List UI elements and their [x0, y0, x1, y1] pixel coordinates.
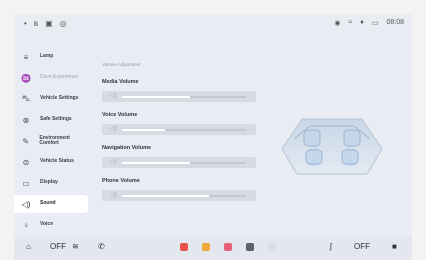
slider-track: [122, 195, 246, 197]
status-bar: • ʙ ▣ ◎ ◉ ≈ ♦ ▭ 08:08: [14, 14, 412, 36]
power-icon[interactable]: ■: [392, 242, 397, 251]
sidebar-item-label: Lamp: [40, 53, 54, 60]
volume-group: Navigation Volume ◁): [102, 145, 262, 168]
right-temp-off[interactable]: OFF: [354, 242, 370, 251]
slider-track: [122, 96, 246, 98]
speaker-icon: ◁): [110, 93, 117, 99]
drive-experience-icon: ♒: [21, 73, 31, 83]
sidebar-item-voice[interactable]: ♀ Voice: [14, 216, 88, 234]
safe-settings-icon: ⊗: [22, 115, 30, 125]
wifi-icon: ≈: [348, 19, 353, 26]
home-icon[interactable]: ⌂: [26, 242, 31, 251]
phone-icon[interactable]: ✆: [98, 242, 105, 251]
sidebar-item-vehicle-status[interactable]: ⊜ Vehicle Status: [14, 153, 88, 171]
fan-icon[interactable]: ≋: [72, 242, 79, 251]
sidebar-item-vehicle-settings[interactable]: ⛍ Vehicle Settings: [14, 90, 88, 108]
clock: 08:08: [386, 19, 404, 26]
signal-icon: ♦: [360, 19, 364, 26]
sound-icon: ◁): [21, 199, 31, 209]
lamp-icon: ≡: [23, 52, 29, 62]
slider-fill: [122, 96, 191, 98]
car-seat-illustration: [281, 118, 383, 175]
dock-app-icon[interactable]: [246, 243, 254, 251]
sound-settings-panel: Volume Adjustment Media Volume ◁) Voice Vo…: [102, 62, 262, 211]
dock-app-icon[interactable]: [268, 243, 276, 251]
speaker-icon: ◁): [110, 159, 117, 165]
location-icon: ◉: [334, 20, 341, 27]
volume-label: Phone Volume: [102, 178, 140, 184]
display-icon: ▭: [22, 178, 30, 188]
sidebar-item-safe-settings[interactable]: ⊗ Safe Settings: [14, 111, 88, 129]
battery-icon: ▭: [371, 20, 379, 27]
status-left-icons: • ʙ ▣ ◎: [24, 19, 67, 28]
dock-app-icon[interactable]: [224, 243, 232, 251]
left-temp-off[interactable]: OFF: [50, 242, 66, 251]
volume-group: Voice Volume ◁): [102, 112, 262, 135]
slider-track: [122, 162, 246, 164]
speaker-icon: ◁): [110, 192, 117, 198]
sidebar-item-label: Vehicle Settings: [40, 95, 79, 102]
volume-group: Media Volume ◁): [102, 79, 262, 102]
settings-dot-icon: •: [24, 19, 27, 28]
volume-group: Phone Volume ◁): [102, 178, 262, 201]
volume-slider[interactable]: ◁): [102, 190, 256, 201]
sidebar-item-drive-experience[interactable]: ♒ Drive Experience: [14, 69, 88, 87]
sidebar-item-lamp[interactable]: ≡ Lamp: [14, 48, 88, 66]
sidebar-item-label: Safe Settings: [40, 116, 72, 123]
vehicle-settings-icon: ⛍: [21, 94, 31, 103]
speaker-icon: ◁): [110, 126, 117, 132]
status-right-icons: ◉ ≈ ♦ ▭ 08:08: [334, 19, 404, 27]
slider-track: [122, 129, 246, 131]
environment-comfort-icon: ✎: [22, 136, 30, 146]
settings-sidebar: ≡ Lamp ♒ Drive Experience ⛍ Vehicle Settings ⊗…: [14, 48, 88, 258]
bottom-dock: ⌂ OFF ≋ ✆ ʃ OFF ■: [14, 236, 412, 260]
dock-app-icon[interactable]: [180, 243, 188, 251]
slider-fill: [122, 129, 166, 131]
volume-label: Navigation Volume: [102, 145, 152, 151]
volume-slider[interactable]: ◁): [102, 91, 256, 102]
camera-icon: ▣: [45, 19, 53, 28]
sidebar-item-environment-comfort[interactable]: ✎ Environment Comfort: [14, 132, 88, 150]
voice-icon: ♀: [23, 220, 29, 230]
slider-fill: [122, 162, 191, 164]
infotainment-screen: • ʙ ▣ ◎ ◉ ≈ ♦ ▭ 08:08 ≡ Lamp ♒ Drive Experi…: [14, 14, 412, 260]
vehicle-status-icon: ⊜: [22, 157, 30, 167]
info-icon: ◎: [59, 19, 67, 28]
seat-heat-icon[interactable]: ʃ: [330, 242, 332, 251]
volume-slider[interactable]: ◁): [102, 157, 256, 168]
volume-slider[interactable]: ◁): [102, 124, 256, 135]
slider-fill: [122, 195, 209, 197]
sidebar-item-label: Voice: [40, 221, 53, 228]
bluetooth-icon: ʙ: [33, 19, 39, 28]
sidebar-item-label: Display: [40, 179, 58, 186]
sidebar-item-label: Vehicle Status: [40, 158, 74, 165]
sidebar-item-display[interactable]: ▭ Display: [14, 174, 88, 192]
sidebar-item-label: Environment Comfort: [39, 134, 70, 146]
section-title: Volume Adjustment: [102, 62, 141, 67]
sidebar-item-label: Drive Experience: [40, 74, 79, 81]
volume-label: Media Volume: [102, 79, 139, 85]
sidebar-item-label: Sound: [40, 200, 56, 207]
dock-app-icon[interactable]: [202, 243, 210, 251]
volume-label: Voice Volume: [102, 112, 138, 118]
sidebar-item-sound[interactable]: ◁) Sound: [14, 195, 88, 213]
